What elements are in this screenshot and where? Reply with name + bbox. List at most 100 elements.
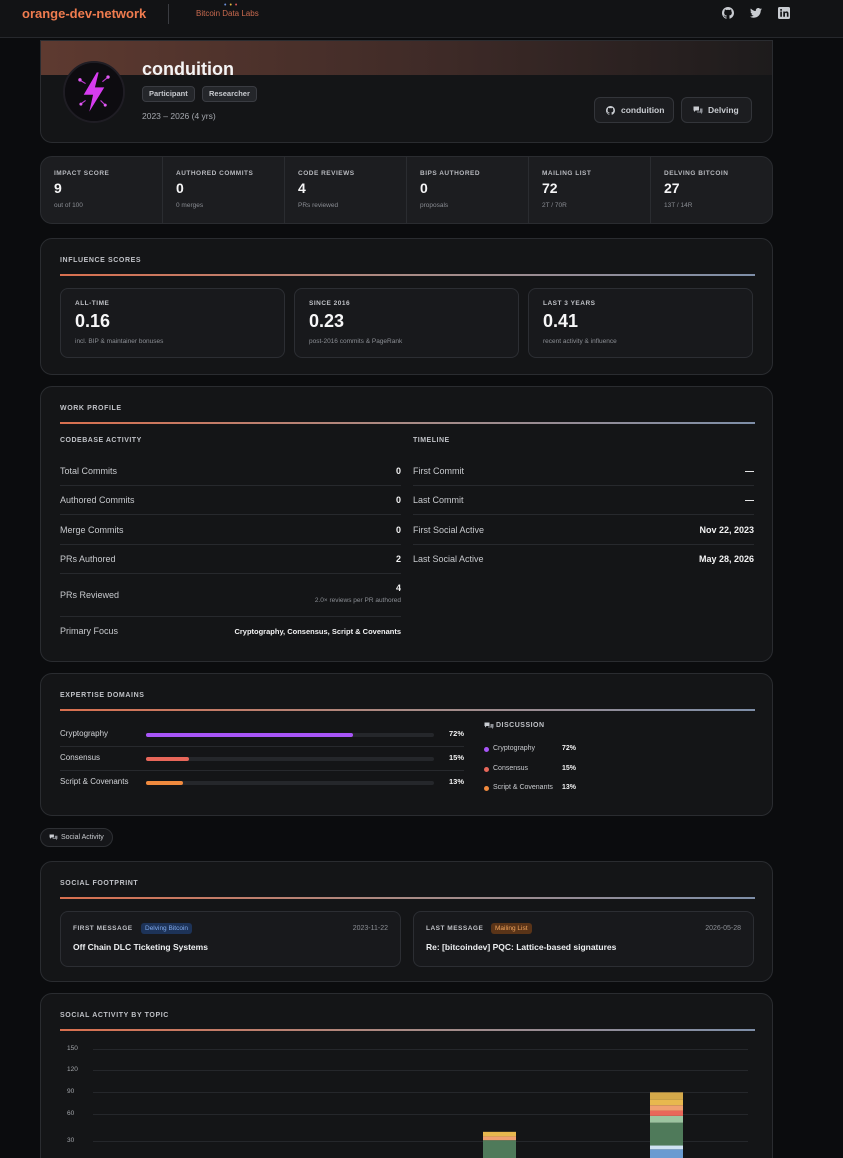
stat-authored-commits: AUTHORED COMMITS 0 0 merges: [163, 157, 285, 223]
row-label: PRs Authored: [60, 554, 116, 564]
first-message-date: 2023-11-22: [352, 925, 388, 932]
role-tag-participant: Participant: [142, 86, 195, 102]
bar-segment[interactable]: [650, 1110, 683, 1116]
stat-value: 9: [54, 180, 62, 196]
influence-last-3-years: LAST 3 YEARS 0.41 recent activity & infl…: [528, 288, 753, 358]
stat-label: MAILING LIST: [542, 170, 592, 177]
last-message-title: Re: [bitcoindev] PQC: Lattice-based sign…: [426, 942, 617, 952]
row-value: Cryptography, Consensus, Script & Covena…: [234, 627, 401, 636]
bar-segment[interactable]: [650, 1115, 683, 1123]
bar-segment[interactable]: [650, 1092, 683, 1100]
timeline-title: TIMELINE: [413, 437, 450, 444]
row-value: —: [745, 466, 754, 476]
stat-sub: out of 100: [54, 202, 83, 209]
expertise-bar-fill: [146, 757, 190, 761]
work-profile-card: WORK PROFILE CODEBASE ACTIVITY TIMELINE …: [40, 386, 773, 662]
chat-bubbles-icon: [484, 722, 494, 729]
expertise-row-script-covenants: Script & Covenants 13%: [60, 771, 464, 795]
stat-value: 0: [176, 180, 184, 196]
top-bar: orange-dev-network Bitcoin Data Labs •••: [0, 0, 843, 38]
profile-name: conduition: [142, 59, 234, 79]
discussion-percent: 72%: [562, 745, 577, 752]
stat-sub: 0 merges: [176, 202, 204, 209]
github-profile-button[interactable]: conduition: [594, 97, 674, 123]
codebase-row-prs-authored: PRs Authored 2: [60, 545, 401, 574]
discussion-label: Cryptography: [493, 745, 536, 752]
brand-logo[interactable]: orange-dev-network: [22, 6, 146, 21]
legend-dot: [484, 767, 489, 772]
delving-profile-button[interactable]: Delving: [681, 97, 752, 123]
expertise-bar-track: [146, 781, 434, 785]
influence-label: SINCE 2016: [309, 300, 351, 307]
row-label: First Commit: [413, 466, 464, 476]
last-message-date: 2026-05-28: [705, 925, 741, 932]
expertise-label: Cryptography: [60, 729, 109, 738]
last-message-card[interactable]: LAST MESSAGE Mailing List 2026-05-28 Re:…: [413, 911, 754, 967]
row-label: Last Social Active: [413, 554, 484, 564]
discussion-title: DISCUSSION: [484, 722, 545, 729]
stat-delving-bitcoin: DELVING BITCOIN 27 13T / 14R: [651, 157, 772, 223]
social-footprint-card: SOCIAL FOOTPRINT FIRST MESSAGE Delving B…: [40, 861, 773, 982]
chat-bubbles-icon: [49, 834, 58, 841]
profile-card: conduition Participant Researcher 2023 –…: [40, 40, 773, 143]
expertise-domains-card: EXPERTISE DOMAINS Cryptography 72% Conse…: [40, 673, 773, 816]
partner-logo-text: Bitcoin Data Labs: [196, 9, 259, 18]
bar-segment[interactable]: [650, 1099, 683, 1106]
bar-segment[interactable]: [650, 1122, 683, 1146]
stat-value: 4: [298, 180, 306, 196]
expertise-row-consensus: Consensus 15%: [60, 747, 464, 771]
stat-sub: PRs reviewed: [298, 202, 339, 209]
influence-sub: incl. BIP & maintainer bonuses: [75, 338, 164, 345]
discussion-item-consensus: Consensus 15%: [484, 764, 604, 776]
stat-value: 0: [420, 180, 428, 196]
partner-logo-dots: •••: [224, 2, 241, 9]
bar-segment[interactable]: [483, 1131, 516, 1137]
expertise-row-cryptography: Cryptography 72%: [60, 723, 464, 747]
codebase-row-primary-focus: Primary Focus Cryptography, Consensus, S…: [60, 617, 401, 646]
stat-impact-score: IMPACT SCORE 9 out of 100: [41, 157, 163, 223]
bar-segment[interactable]: [483, 1140, 516, 1158]
row-value: 2: [395, 554, 401, 564]
bar-segment[interactable]: [483, 1136, 516, 1141]
twitter-icon[interactable]: [750, 7, 762, 19]
role-tag-researcher: Researcher: [202, 86, 257, 102]
influence-value: 0.16: [75, 311, 111, 331]
section-rule: [60, 274, 755, 276]
codebase-row-total-commits: Total Commits 0: [60, 457, 401, 486]
linkedin-icon[interactable]: [778, 7, 790, 19]
active-years: 2023 – 2026 (4 yrs): [142, 111, 216, 121]
stat-sub: 2T / 70R: [542, 202, 567, 209]
first-message-card[interactable]: FIRST MESSAGE Delving Bitcoin 2023-11-22…: [60, 911, 401, 967]
legend-dot: [484, 747, 489, 752]
bar-segment[interactable]: [650, 1149, 683, 1158]
stat-label: DELVING BITCOIN: [664, 170, 729, 177]
section-title: WORK PROFILE: [60, 405, 122, 412]
first-message-title: Off Chain DLC Ticketing Systems: [73, 942, 208, 952]
bar-segment[interactable]: [650, 1145, 683, 1150]
stat-sub: proposals: [420, 202, 449, 209]
codebase-row-merge-commits: Merge Commits 0: [60, 516, 401, 545]
stat-label: IMPACT SCORE: [54, 170, 110, 177]
github-icon[interactable]: [722, 7, 734, 19]
expertise-bar-fill: [146, 781, 184, 785]
bar-segment[interactable]: [650, 1105, 683, 1111]
row-label: PRs Reviewed: [60, 590, 120, 600]
influence-all-time: ALL-TIME 0.16 incl. BIP & maintainer bon…: [60, 288, 285, 358]
row-value: May 28, 2026: [698, 554, 754, 564]
partner-logo[interactable]: Bitcoin Data Labs •••: [196, 2, 259, 18]
row-note: 2.0× reviews per PR authored: [314, 597, 401, 604]
discussion-title-text: DISCUSSION: [496, 722, 545, 729]
stat-bips-authored: BIPS AUTHORED 0 proposals: [407, 157, 529, 223]
row-label: First Social Active: [413, 525, 485, 535]
expertise-bar-track: [146, 757, 434, 761]
section-rule: [60, 709, 755, 711]
row-label: Total Commits: [60, 466, 118, 476]
social-activity-tab[interactable]: Social Activity: [40, 828, 113, 847]
row-value: 0: [395, 525, 401, 535]
row-value: Nov 22, 2023: [699, 525, 754, 535]
expertise-bar-track: [146, 733, 434, 737]
expertise-label: Consensus: [60, 753, 101, 762]
expertise-label: Script & Covenants: [60, 777, 129, 786]
timeline-row-first-social: First Social Active Nov 22, 2023: [413, 516, 754, 545]
discussion-percent: 13%: [562, 784, 577, 791]
